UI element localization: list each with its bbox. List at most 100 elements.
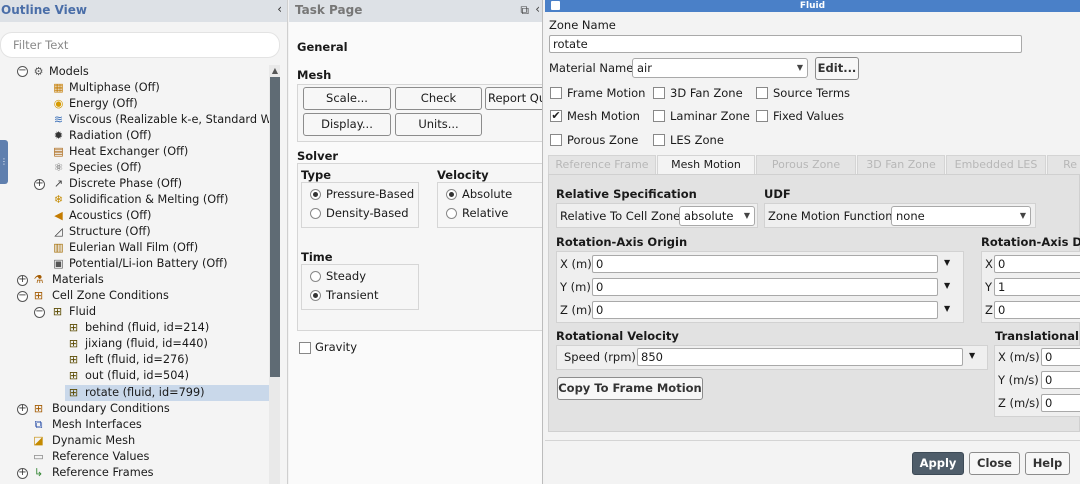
fixed-values-checkbox[interactable] — [756, 110, 768, 122]
collapse-panel-icon[interactable]: ‹ — [277, 2, 282, 16]
tree-item-wall-film[interactable]: Eulerian Wall Film (Off) — [69, 240, 198, 256]
tab-porous-zone[interactable]: Porous Zone — [756, 155, 856, 175]
relative-radio[interactable] — [446, 208, 457, 219]
dynamic-mesh-icon: ◪ — [33, 434, 44, 447]
tree-item-multiphase[interactable]: Multiphase (Off) — [69, 80, 160, 96]
expand-icon[interactable]: + — [17, 275, 28, 286]
collapse-icon[interactable]: − — [34, 307, 45, 318]
help-button[interactable]: Help — [1025, 452, 1070, 475]
rotation-axis-origin-heading: Rotation-Axis Origin — [556, 235, 688, 249]
pressure-based-radio[interactable] — [310, 189, 321, 200]
origin-z-input[interactable]: 0 — [592, 301, 938, 319]
battery-icon: ▣ — [53, 257, 64, 270]
outline-scrollbar[interactable]: ▲ — [269, 65, 280, 484]
filter-text-input[interactable]: Filter Text — [0, 32, 280, 58]
origin-y-input[interactable]: 0 — [592, 278, 938, 296]
display-button[interactable]: Display... — [303, 113, 391, 136]
density-based-radio[interactable] — [310, 208, 321, 219]
tab-reference-frame[interactable]: Reference Frame — [548, 155, 656, 175]
frame-motion-checkbox[interactable] — [550, 87, 562, 99]
translational-z-input[interactable]: 0 — [1041, 394, 1080, 412]
tree-item-mesh-interfaces[interactable]: Mesh Interfaces — [52, 417, 142, 433]
tree-item-reference-values[interactable]: Reference Values — [52, 449, 149, 465]
tree-item-radiation[interactable]: Radiation (Off) — [69, 128, 151, 144]
translational-y-input[interactable]: 0 — [1041, 371, 1080, 389]
tree-item-cell-zone-conditions[interactable]: Cell Zone Conditions — [52, 288, 169, 304]
les-zone-label: LES Zone — [670, 133, 724, 147]
frame-motion-label: Frame Motion — [567, 86, 646, 100]
transient-radio[interactable] — [310, 290, 321, 301]
check-button[interactable]: Check — [395, 87, 482, 110]
report-quality-button[interactable]: Report Qu — [485, 87, 542, 110]
expand-icon[interactable]: + — [17, 404, 28, 415]
edit-material-button[interactable]: Edit... — [815, 57, 859, 80]
tab-reaction[interactable]: Re — [1047, 155, 1080, 175]
tree-item-fluid[interactable]: Fluid — [69, 304, 96, 320]
absolute-radio[interactable] — [446, 189, 457, 200]
apply-button[interactable]: Apply — [912, 452, 964, 475]
undock-icon[interactable]: ⧉ — [520, 3, 529, 18]
mesh-motion-checkbox[interactable]: ✔ — [550, 110, 562, 122]
scroll-thumb[interactable] — [270, 77, 280, 377]
source-terms-checkbox[interactable] — [756, 87, 768, 99]
radiation-icon: ✹ — [53, 129, 64, 142]
speed-rpm-input[interactable]: 850 — [637, 348, 963, 366]
copy-to-frame-motion-button[interactable]: Copy To Frame Motion — [557, 377, 703, 400]
chevron-down-icon[interactable]: ▼ — [944, 281, 950, 290]
units-button[interactable]: Units... — [395, 113, 482, 136]
zone-motion-function-select[interactable]: none ▼ — [891, 206, 1031, 226]
gravity-checkbox[interactable] — [299, 342, 311, 354]
porous-zone-checkbox[interactable] — [550, 134, 562, 146]
laminar-zone-checkbox[interactable] — [653, 110, 665, 122]
tree-item-out[interactable]: out (fluid, id=504) — [85, 368, 189, 384]
tab-3d-fan-zone[interactable]: 3D Fan Zone — [857, 155, 945, 175]
fan-zone-checkbox[interactable] — [653, 87, 665, 99]
direction-z-input[interactable]: 0 — [994, 301, 1080, 319]
tree-item-models[interactable]: Models — [49, 64, 89, 80]
tree-item-energy[interactable]: Energy (Off) — [69, 96, 138, 112]
material-name-select[interactable]: air ▼ — [632, 58, 808, 78]
expand-icon[interactable]: + — [34, 179, 45, 190]
gravity-label: Gravity — [315, 340, 358, 354]
tree-item-reference-frames[interactable]: Reference Frames — [52, 465, 154, 481]
tree-item-battery[interactable]: Potential/Li-ion Battery (Off) — [69, 256, 228, 272]
tab-embedded-les[interactable]: Embedded LES — [946, 155, 1046, 175]
tree-item-left[interactable]: left (fluid, id=276) — [85, 352, 189, 368]
tree-item-species[interactable]: Species (Off) — [69, 160, 142, 176]
expand-icon[interactable]: + — [17, 468, 28, 479]
tree-item-discrete-phase[interactable]: Discrete Phase (Off) — [69, 176, 182, 192]
direction-y-input[interactable]: 1 — [994, 278, 1080, 296]
scale-button[interactable]: Scale... — [303, 87, 391, 110]
collapse-icon[interactable]: − — [17, 66, 28, 77]
collapse-icon[interactable]: − — [17, 291, 28, 302]
chevron-down-icon[interactable]: ▼ — [944, 258, 950, 267]
mesh-heading: Mesh — [297, 68, 332, 82]
zone-name-input[interactable]: rotate — [549, 35, 1022, 53]
steady-radio[interactable] — [310, 271, 321, 282]
origin-x-input[interactable]: 0 — [592, 255, 938, 273]
chevron-down-icon[interactable]: ▼ — [969, 351, 975, 360]
tree-item-heat-exchanger[interactable]: Heat Exchanger (Off) — [69, 144, 188, 160]
translational-x-input[interactable]: 0 — [1041, 348, 1080, 366]
tree-item-rotate[interactable]: rotate (fluid, id=799) — [85, 385, 205, 401]
tree-item-materials[interactable]: Materials — [52, 272, 104, 288]
collapse-panel-icon[interactable]: ‹ — [535, 2, 540, 16]
tree-item-boundary-conditions[interactable]: Boundary Conditions — [52, 401, 170, 417]
relative-to-cell-zone-select[interactable]: absolute ▼ — [679, 206, 755, 226]
tree-item-viscous[interactable]: Viscous (Realizable k-e, Standard Wall F… — [69, 112, 269, 128]
tree-item-solidification[interactable]: Solidification & Melting (Off) — [69, 192, 228, 208]
tree-item-structure[interactable]: Structure (Off) — [69, 224, 151, 240]
tree-item-acoustics[interactable]: Acoustics (Off) — [69, 208, 151, 224]
chevron-down-icon[interactable]: ▼ — [944, 304, 950, 313]
tab-mesh-motion[interactable]: Mesh Motion — [657, 155, 755, 175]
tree-item-behind[interactable]: behind (fluid, id=214) — [85, 320, 209, 336]
tree-item-jixiang[interactable]: jixiang (fluid, id=440) — [85, 336, 208, 352]
tree-item-dynamic-mesh[interactable]: Dynamic Mesh — [52, 433, 135, 449]
zone-icon: ⊞ — [68, 321, 79, 334]
direction-x-input[interactable]: 0 — [994, 255, 1080, 273]
close-button[interactable]: Close — [969, 452, 1020, 475]
scroll-up-icon[interactable]: ▲ — [270, 66, 280, 76]
task-page-title: Task Page — [295, 3, 363, 17]
side-collapse-tab[interactable]: ⋮ — [0, 140, 8, 184]
les-zone-checkbox[interactable] — [653, 134, 665, 146]
